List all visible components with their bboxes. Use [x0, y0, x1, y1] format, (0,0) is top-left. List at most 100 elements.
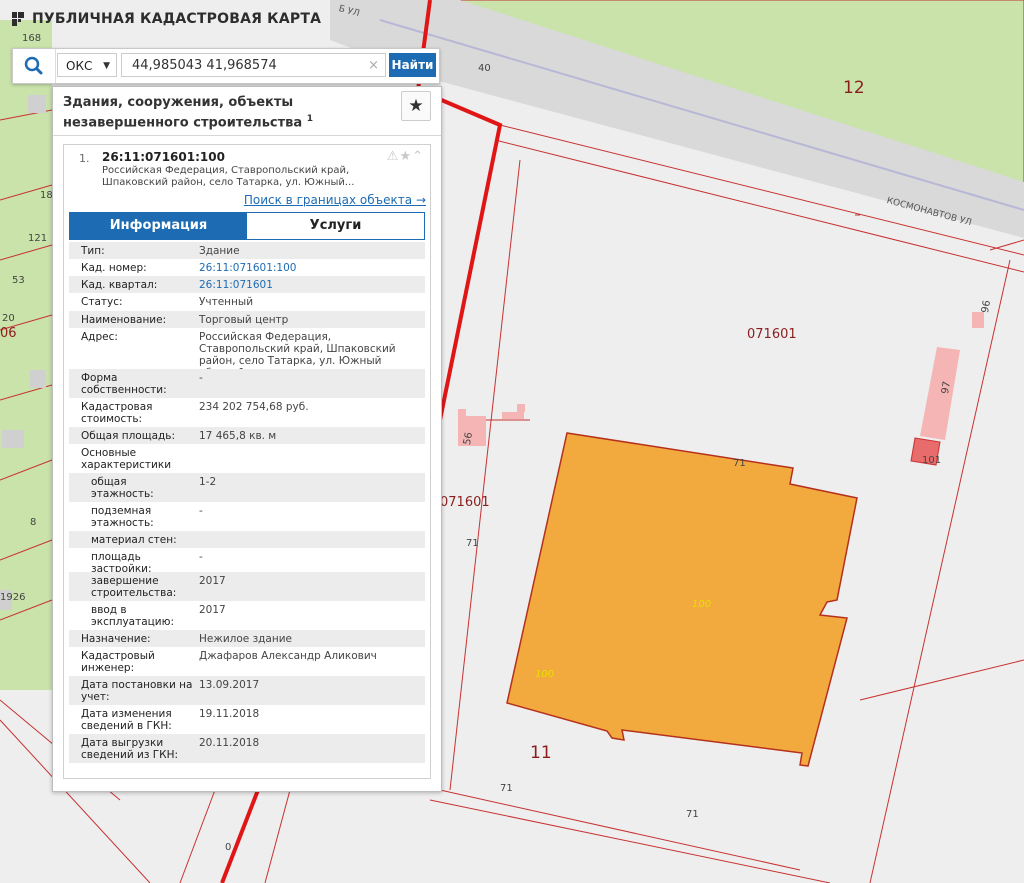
parcel-label-0: 0 [225, 842, 232, 853]
attribute-row: Кад. номер: 26:11:071601:100 [69, 259, 425, 276]
parcel-label-8: 8 [30, 517, 37, 528]
attribute-label: Кадастровая стоимость: [81, 401, 153, 425]
divider [53, 135, 441, 136]
result-count: 1 [306, 114, 313, 124]
attribute-row: Кадастровая стоимость: 234 202 754,68 руб… [69, 398, 425, 427]
attribute-label: общая этажность: [91, 476, 154, 500]
parcel-label-18: 18 [40, 190, 53, 201]
attribute-row: Общая площадь: 17 465,8 кв. м [69, 427, 425, 444]
parcel-label-20: 20 [2, 313, 15, 324]
block-label-071601-2: 071601 [440, 495, 490, 510]
object-type-select[interactable]: ОКС ▼ [57, 53, 117, 77]
search-input[interactable]: 44,985043 41,968574 × [121, 53, 386, 77]
result-card: 1. 26:11:071601:100 Российская Федерация… [63, 144, 431, 779]
attribute-value: 234 202 754,68 руб. [199, 401, 309, 413]
attribute-label: Дата постановки на учет: [81, 679, 193, 703]
rosreestr-logo-icon [12, 12, 24, 26]
chevron-down-icon: ▼ [103, 61, 110, 71]
attribute-row: Статус: Учтенный [69, 293, 425, 311]
tab-information[interactable]: Информация [70, 213, 247, 239]
parcel-label-71: 71 [733, 458, 746, 469]
road-number-label: 40 [478, 63, 491, 74]
parcel-label-100-2: 100 [535, 669, 555, 680]
attribute-value: - [199, 505, 203, 517]
attribute-label: Кадастровый инженер: [81, 650, 155, 674]
attribute-label: Статус: [81, 296, 123, 308]
attribute-label: материал стен: [91, 534, 177, 546]
attribute-row: общая этажность: 1-2 [69, 473, 425, 502]
favorite-star-icon[interactable]: ★ [401, 91, 431, 121]
search-icon[interactable] [13, 49, 56, 83]
parcel-label-56: 56 [462, 431, 476, 446]
attribute-label: ввод в эксплуатацию: [91, 604, 175, 628]
left-green-area [0, 20, 52, 690]
attribute-label: Основные характеристики [81, 447, 172, 471]
attribute-row: Назначение: Нежилое здание [69, 630, 425, 647]
result-cad-number[interactable]: 26:11:071601:100 [102, 150, 225, 164]
attribute-label: Тип: [81, 245, 105, 257]
parcel-label-96: 96 [980, 299, 994, 314]
attribute-value: Нежилое здание [199, 633, 292, 645]
quarter-label-12: 12 [843, 78, 865, 98]
attribute-value: 1-2 [199, 476, 217, 488]
parcel-label-71-3: 71 [500, 783, 513, 794]
result-action-icons[interactable]: ⚠★⌃ [387, 149, 424, 164]
attribute-value: 17 465,8 кв. м [199, 430, 277, 442]
attribute-row: Основные характеристики [69, 444, 425, 473]
object-type-value: ОКС [66, 59, 93, 73]
attribute-row: площадь застройки: - [69, 548, 425, 575]
attribute-value[interactable]: 26:11:071601 [199, 279, 414, 291]
parcel-label-06: 06 [0, 326, 17, 341]
attribute-value: 2017 [199, 604, 226, 616]
block-label-071601: 071601 [747, 327, 797, 342]
results-panel: Здания, сооружения, объекты незавершенно… [52, 86, 442, 792]
attribute-label: Дата изменения сведений в ГКН: [81, 708, 172, 732]
quarter-label-11: 11 [530, 743, 552, 763]
attribute-value: - [199, 551, 203, 563]
attribute-label: подземная этажность: [91, 505, 154, 529]
result-address: Российская Федерация, Ставропольский кра… [102, 165, 355, 188]
attribute-row: Кад. квартал: 26:11:071601 [69, 276, 425, 293]
tab-services[interactable]: Услуги [247, 213, 424, 239]
attribute-table: Тип: Здание Кад. номер: 26:11:071601:100 Кад… [69, 242, 425, 763]
attribute-value: 2017 [199, 575, 226, 587]
attribute-row: ввод в эксплуатацию: 2017 [69, 601, 425, 630]
parcel-label-53: 53 [12, 275, 25, 286]
attribute-label: Назначение: [81, 633, 151, 645]
attribute-label: Адрес: [81, 331, 118, 343]
attribute-row: Кадастровый инженер: Джафаров Александр А… [69, 647, 425, 676]
attribute-value[interactable]: 26:11:071601:100 [199, 262, 414, 274]
attribute-label: Общая площадь: [81, 430, 176, 442]
parcel-label-168: 168 [22, 33, 42, 44]
search-bar: ОКС ▼ 44,985043 41,968574 × Найти [12, 48, 440, 84]
clear-icon[interactable]: × [368, 54, 379, 78]
attribute-value: Джафаров Александр Аликович [199, 650, 377, 662]
search-in-bounds-link[interactable]: Поиск в границах объекта → [244, 193, 426, 207]
parcel-label-101: 101 [922, 455, 942, 466]
attribute-label: Дата выгрузки сведений из ГКН: [81, 737, 179, 761]
attribute-label: Кад. квартал: [81, 279, 158, 291]
attribute-row: Тип: Здание [69, 242, 425, 259]
panel-title-text: Здания, сооружения, объекты незавершенно… [63, 95, 303, 131]
attribute-row: завершение строительства: 2017 [69, 572, 425, 601]
parcel-label-121: 121 [28, 233, 48, 244]
app-header: ПУБЛИЧНАЯ КАДАСТРОВАЯ КАРТА [10, 11, 321, 27]
attribute-value: 20.11.2018 [199, 737, 260, 749]
attribute-value: Здание [199, 245, 240, 257]
attribute-row: материал стен: [69, 531, 425, 548]
attribute-row: Дата выгрузки сведений из ГКН: 20.11.2018 [69, 734, 425, 763]
app-title: ПУБЛИЧНАЯ КАДАСТРОВАЯ КАРТА [32, 11, 322, 27]
attribute-label: Кад. номер: [81, 262, 147, 274]
parcel-label-1926: 1926 [0, 592, 26, 603]
panel-title: Здания, сооружения, объекты незавершенно… [63, 95, 388, 131]
attribute-row: Дата изменения сведений в ГКН: 19.11.2018 [69, 705, 425, 734]
result-index: 1. [79, 152, 90, 165]
find-button[interactable]: Найти [389, 53, 436, 77]
attribute-value: 13.09.2017 [199, 679, 260, 691]
attribute-row: Наименование: Торговый центр [69, 311, 425, 328]
attribute-value: Учтенный [199, 296, 254, 308]
attribute-label: завершение строительства: [91, 575, 177, 599]
info-tabs: Информация Услуги [69, 212, 425, 240]
attribute-label: Форма собственности: [81, 372, 167, 396]
attribute-row: Адрес: Российская Федерация, Ставропольск… [69, 328, 425, 379]
